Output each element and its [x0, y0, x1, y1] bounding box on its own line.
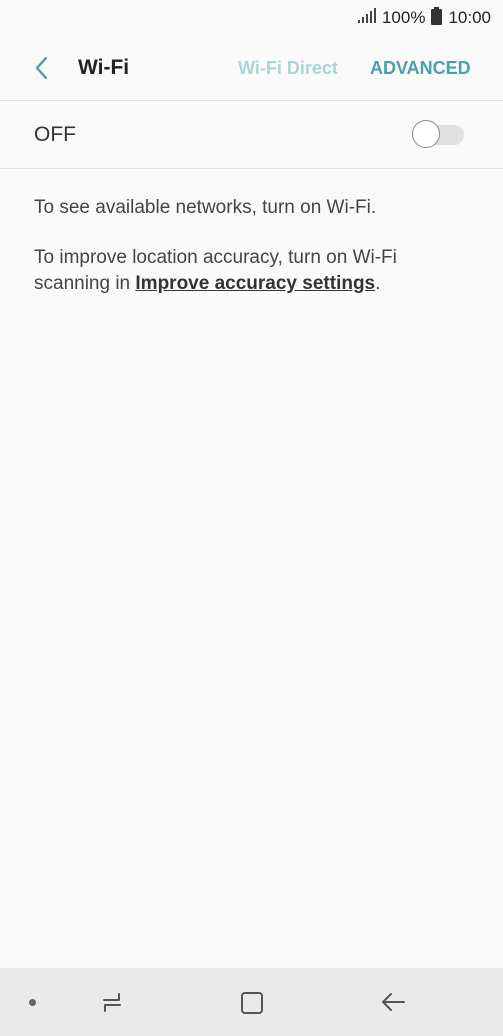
status-bar: 100% 10:00 — [0, 0, 503, 36]
improve-accuracy-link[interactable]: Improve accuracy settings — [135, 273, 375, 294]
info-text-suffix: . — [375, 273, 381, 294]
toggle-thumb — [412, 120, 440, 148]
battery-icon — [431, 6, 443, 30]
signal-icon — [357, 7, 377, 29]
recent-apps-button[interactable] — [98, 990, 126, 1019]
chevron-left-icon — [35, 56, 48, 80]
divider — [0, 168, 503, 169]
info-text-networks: To see available networks, turn on Wi-Fi… — [34, 197, 377, 218]
status-time: 10:00 — [448, 8, 491, 27]
wifi-state-label: OFF — [34, 123, 76, 146]
app-bar: Wi-Fi Wi-Fi Direct ADVANCED — [0, 36, 503, 100]
advanced-button[interactable]: ADVANCED — [370, 58, 471, 79]
home-button[interactable] — [238, 990, 266, 1021]
home-icon — [241, 992, 263, 1014]
wifi-direct-button[interactable]: Wi-Fi Direct — [238, 58, 338, 79]
recent-apps-icon — [103, 993, 121, 1012]
page-title: Wi-Fi — [78, 56, 130, 79]
nav-dot-indicator[interactable] — [29, 999, 36, 1006]
nav-back-button[interactable] — [378, 990, 408, 1019]
battery-percent: 100% — [381, 8, 426, 27]
wifi-toggle-row[interactable]: OFF — [0, 101, 503, 168]
back-arrow-icon — [382, 993, 405, 1011]
navigation-bar — [0, 968, 503, 1036]
back-button[interactable] — [24, 50, 58, 86]
info-text-location: To improve location accuracy, turn on Wi… — [34, 245, 473, 297]
wifi-toggle-switch[interactable] — [412, 119, 466, 151]
